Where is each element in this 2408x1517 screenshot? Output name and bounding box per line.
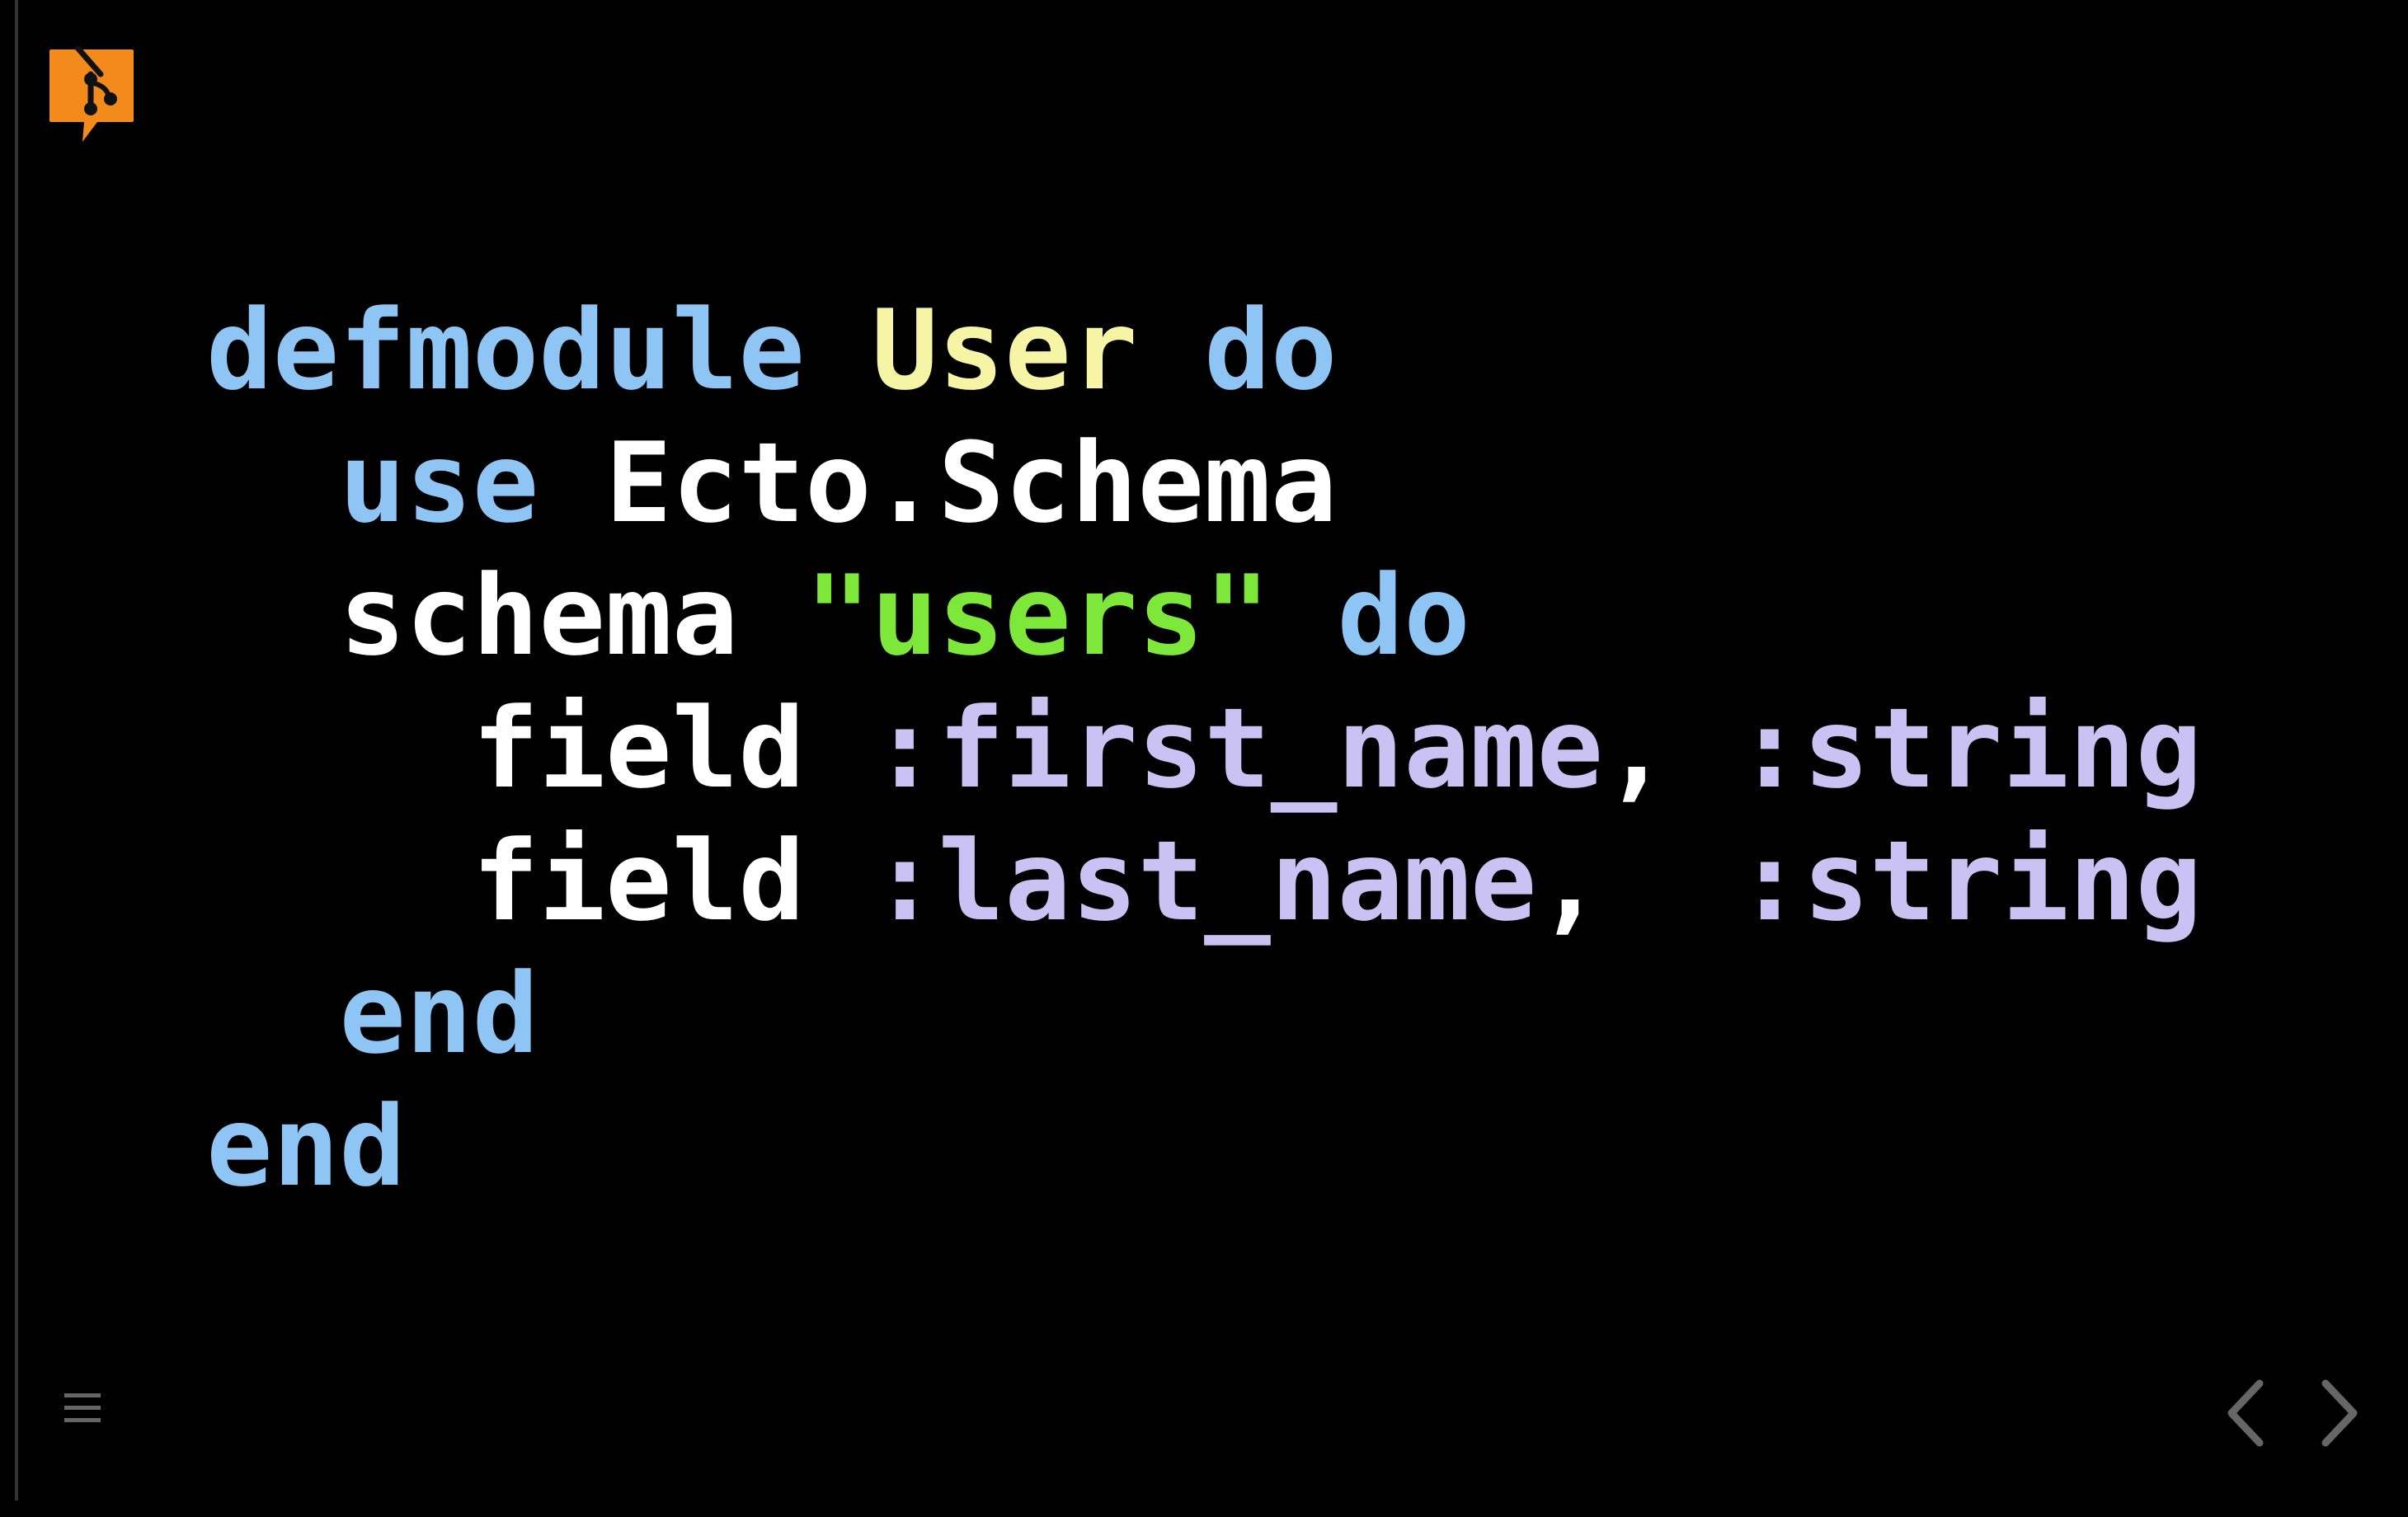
code-line: end (206, 1081, 2202, 1214)
chevron-right-icon[interactable] (2316, 1378, 2362, 1448)
code-line: end (206, 948, 2202, 1081)
code-token-plain: field (206, 684, 872, 813)
code-token-kw: end (206, 1083, 407, 1211)
code-token-str: "users" (805, 552, 1271, 680)
code-token-kw: do (1337, 552, 1470, 680)
code-token-plain: Ecto.Schema (539, 419, 1338, 547)
code-token-plain: , (1536, 817, 1737, 946)
code-token-plain: field (206, 817, 872, 946)
code-line: schema "users" do (206, 550, 2202, 683)
code-token-plain: , (1603, 684, 1737, 813)
code-token-atom: :string (1736, 684, 2203, 813)
code-token-plain: schema (206, 552, 806, 680)
slide: defmodule User do use Ecto.Schema schema… (0, 0, 2408, 1517)
code-line: use Ecto.Schema (206, 417, 2202, 550)
code-line: field :first_name, :string (206, 683, 2203, 815)
code-token-kw: defmodule (206, 286, 806, 415)
code-block: defmodule User do use Ecto.Schema schema… (206, 284, 2202, 1214)
chevron-left-icon[interactable] (2223, 1378, 2269, 1448)
code-token-atom: :last_name (871, 817, 1537, 946)
code-token-mod: User (871, 286, 1138, 415)
code-token-atom: :first_name (871, 684, 1604, 813)
code-token-kw: use (339, 419, 539, 547)
hamburger-menu-icon[interactable] (63, 1392, 102, 1425)
git-branch-speech-bubble-icon (49, 46, 134, 142)
slide-left-border (15, 0, 18, 1501)
code-token-kw: end (339, 950, 539, 1078)
code-line: field :last_name, :string (206, 815, 2203, 948)
code-token-atom: :string (1736, 817, 2203, 946)
code-line: defmodule User do (206, 284, 2202, 417)
code-token-kw: do (1204, 286, 1338, 415)
